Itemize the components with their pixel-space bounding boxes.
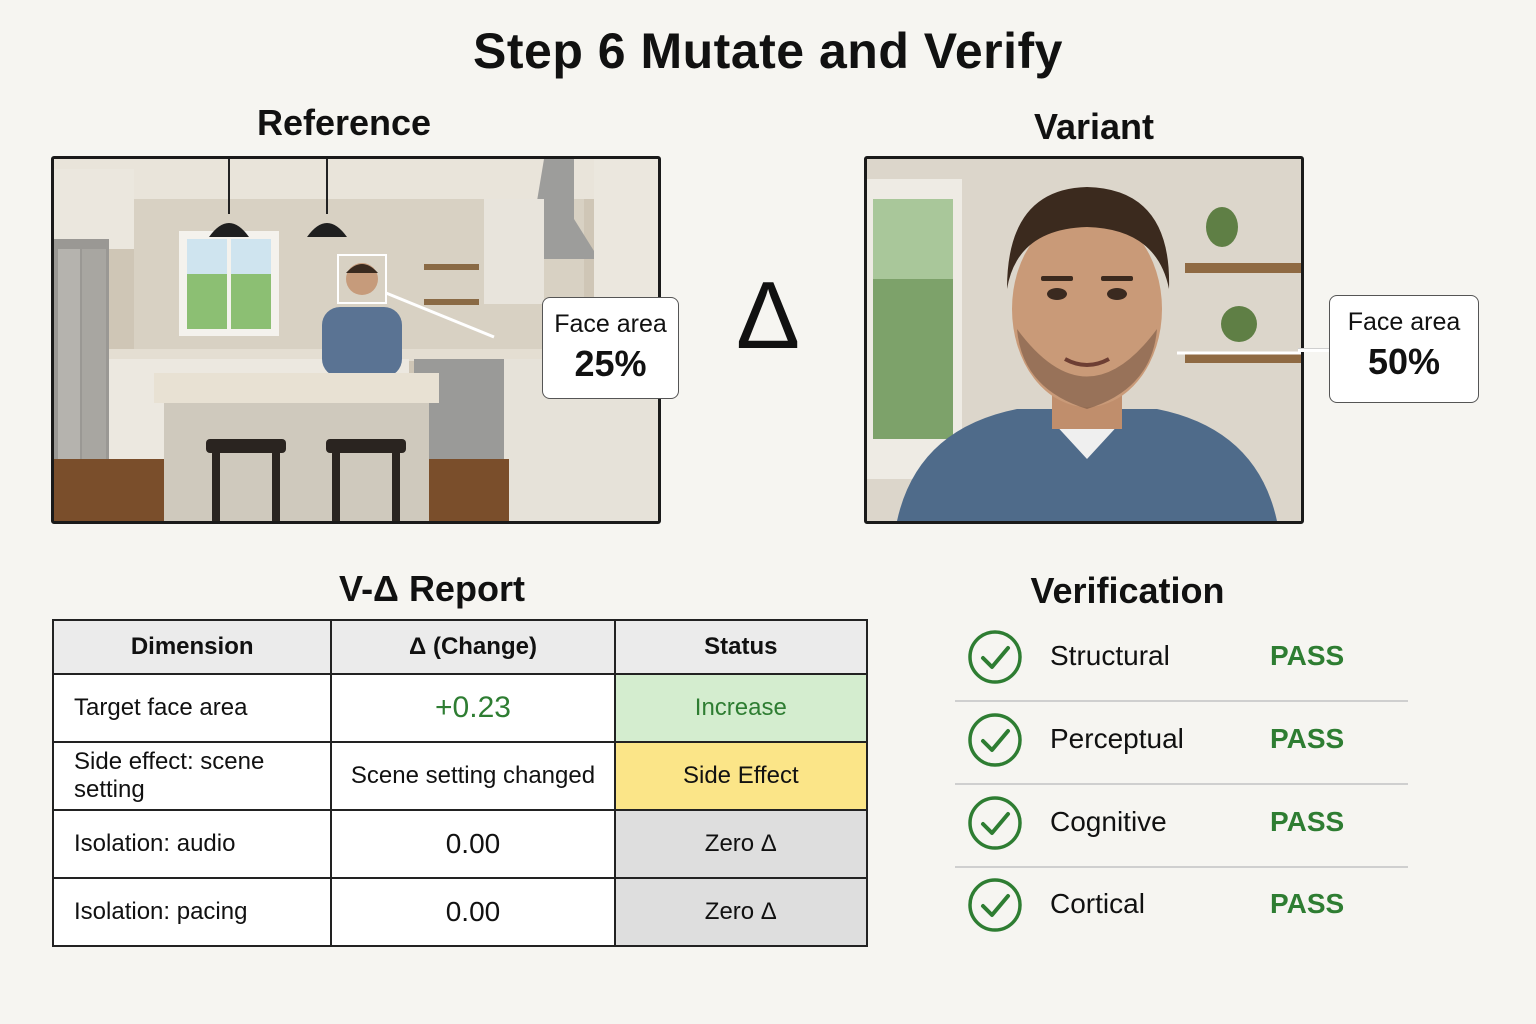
check-circle-icon: [968, 796, 1022, 850]
delta-symbol: Δ: [735, 262, 801, 369]
cell-change: 0.00: [330, 877, 616, 947]
column-header-change: Δ (Change): [330, 619, 616, 675]
variant-image: [864, 156, 1304, 524]
v-delta-report-table: Dimension Δ (Change) Status Target face …: [51, 619, 869, 947]
status-badge-increase: Increase: [613, 673, 869, 743]
status-badge-zero-delta: Zero Δ: [613, 877, 869, 947]
status-badge-side-effect: Side Effect: [613, 741, 869, 811]
report-heading: V-Δ Report: [339, 568, 525, 609]
verification-item-perceptual: Perceptual PASS: [955, 701, 1408, 785]
table-row: Side effect: scene setting Scene setting…: [51, 741, 869, 811]
verification-item-cortical: Cortical PASS: [955, 866, 1408, 948]
verification-result: PASS: [1270, 888, 1345, 919]
cell-change: 0.00: [330, 809, 616, 879]
variant-face-area-callout: Face area 50%: [1329, 295, 1479, 403]
cell-change: Scene setting changed: [330, 741, 616, 811]
table-row: Target face area +0.23 Increase: [51, 673, 869, 743]
reference-face-area-label: Face area: [554, 310, 667, 338]
table-header-row: Dimension Δ (Change) Status: [51, 619, 869, 675]
cell-dimension: Target face area: [51, 673, 333, 743]
check-circle-icon: [968, 713, 1022, 767]
variant-face-area-label: Face area: [1347, 308, 1461, 336]
verification-result: PASS: [1270, 723, 1345, 754]
verification-label: Perceptual: [1050, 723, 1184, 754]
cell-dimension: Isolation: audio: [51, 809, 333, 879]
column-header-dimension: Dimension: [51, 619, 333, 675]
verification-item-cognitive: Cognitive PASS: [955, 784, 1408, 868]
cell-dimension: Side effect: scene setting: [51, 741, 333, 811]
verification-label: Cognitive: [1050, 806, 1167, 837]
reference-face-area-callout: Face area 25%: [542, 297, 679, 399]
verification-result: PASS: [1270, 640, 1345, 671]
variant-face-area-value: 50%: [1367, 341, 1441, 382]
reference-heading: Reference: [256, 102, 432, 143]
variant-callout-connector: [1298, 348, 1330, 352]
cell-dimension: Isolation: pacing: [51, 877, 333, 947]
table-row: Isolation: audio 0.00 Zero Δ: [51, 809, 869, 879]
portrait-closeup-illustration: [867, 159, 1301, 521]
column-header-status: Status: [613, 619, 869, 675]
cell-change: +0.23: [330, 673, 616, 743]
variant-heading: Variant: [1033, 106, 1155, 147]
status-badge-zero-delta: Zero Δ: [613, 809, 869, 879]
verification-item-structural: Structural PASS: [955, 618, 1408, 702]
verification-label: Cortical: [1050, 888, 1145, 919]
table-row: Isolation: pacing 0.00 Zero Δ: [51, 877, 869, 947]
page-title: Step 6 Mutate and Verify: [473, 23, 1063, 79]
check-circle-icon: [968, 630, 1022, 684]
reference-face-area-value: 25%: [574, 343, 647, 384]
verification-heading: Verification: [1030, 570, 1225, 611]
verification-result: PASS: [1270, 806, 1345, 837]
check-circle-icon: [968, 878, 1022, 932]
verification-label: Structural: [1050, 640, 1170, 671]
